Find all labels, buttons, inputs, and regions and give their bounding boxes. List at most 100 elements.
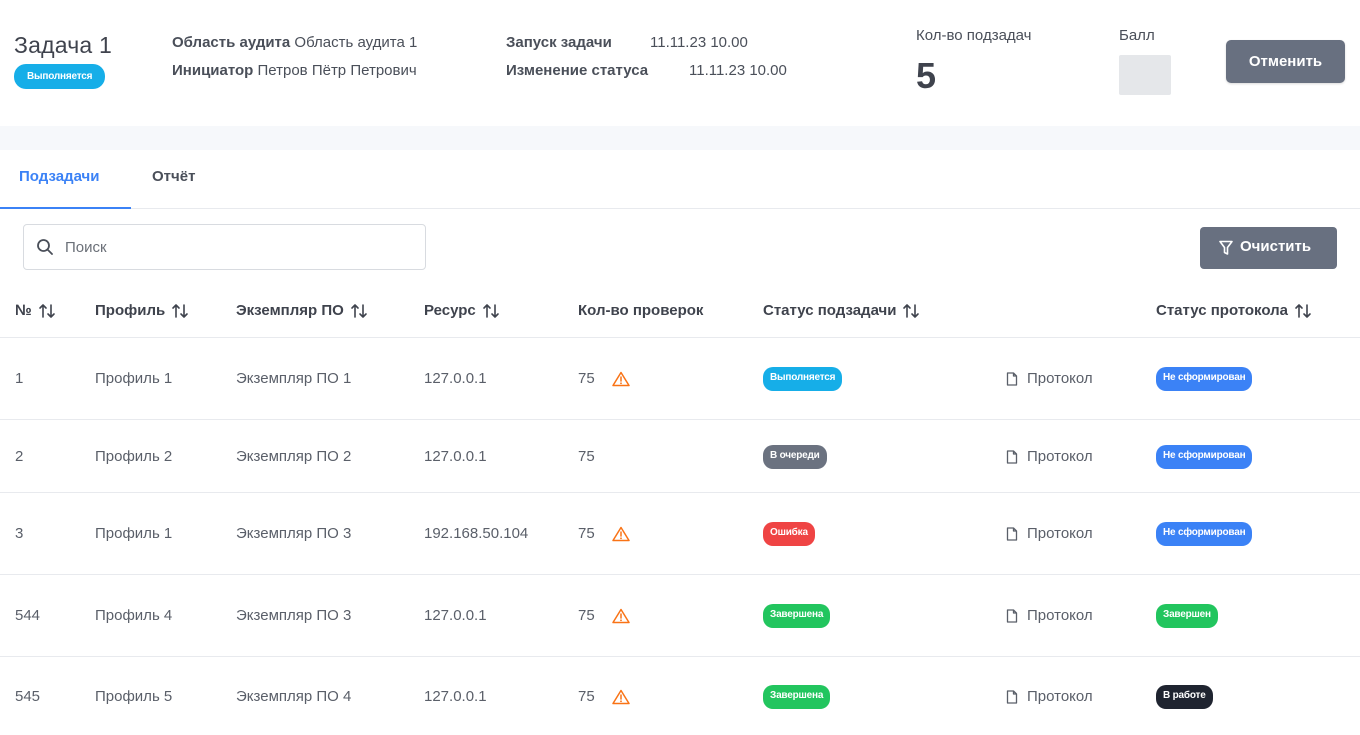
- subtask-status-badge: Завершена: [763, 604, 831, 628]
- tabs-bar: Подзадачи Отчёт: [0, 150, 1360, 209]
- table-row[interactable]: 1 Профиль 1 Экземпляр ПО 1 127.0.0.1 75 Выпол…: [0, 337, 1360, 419]
- column-header-protocol-status-label: Статус протокола: [1156, 302, 1289, 319]
- row-resource: 192.168.50.104: [424, 525, 529, 542]
- row-number: 2: [15, 448, 24, 465]
- column-header-subtask-status[interactable]: Статус подзадачи: [763, 302, 920, 319]
- initiator-label: Инициатор: [172, 62, 254, 79]
- row-resource: 127.0.0.1: [424, 448, 487, 465]
- search-input[interactable]: [65, 235, 415, 259]
- warning-icon[interactable]: [612, 608, 630, 624]
- subtasks-count-label: Кол-во подзадач: [916, 27, 1032, 44]
- audit-area-value: Область аудита 1: [294, 34, 418, 51]
- document-icon: [1006, 527, 1018, 541]
- launch-value-wrap: 11.11.23 10.00: [650, 34, 748, 51]
- active-tab-indicator: [0, 207, 131, 209]
- initiator-meta: Инициатор Петров Пётр Петрович: [172, 62, 417, 79]
- protocol-status-badge: Завершен: [1156, 604, 1218, 628]
- column-header-protocol-status[interactable]: Статус протокола: [1156, 302, 1312, 319]
- clear-filters-button[interactable]: Очистить: [1200, 227, 1337, 269]
- sort-icon: [903, 304, 920, 318]
- table-row[interactable]: 2 Профиль 2 Экземпляр ПО 2 127.0.0.1 75 В оче…: [0, 419, 1360, 492]
- row-instance: Экземпляр ПО 4: [236, 688, 352, 705]
- row-profile: Профиль 1: [95, 370, 173, 387]
- column-header-number[interactable]: №: [15, 302, 56, 319]
- clear-filters-label: Очистить: [1240, 238, 1312, 255]
- protocol-status-badge: Не сформирован: [1156, 522, 1253, 546]
- sort-icon: [1295, 304, 1311, 318]
- row-profile: Профиль 2: [95, 448, 173, 465]
- row-checks: 75: [578, 607, 595, 624]
- row-profile: Профиль 1: [95, 525, 173, 542]
- task-title: Задача 1: [14, 32, 112, 58]
- column-header-resource-label: Ресурс: [424, 302, 476, 319]
- protocol-link[interactable]: Протокол: [1027, 525, 1093, 542]
- warning-icon[interactable]: [612, 526, 630, 542]
- subtask-status-badge: Выполняется: [763, 367, 843, 391]
- launch-meta: Запуск задачи: [506, 34, 612, 51]
- protocol-status-badge: Не сформирован: [1156, 367, 1253, 391]
- cancel-button[interactable]: Отменить: [1226, 40, 1345, 83]
- score-label: Балл: [1119, 27, 1155, 44]
- column-header-checks: Кол-во проверок: [578, 302, 703, 319]
- protocol-link[interactable]: Протокол: [1027, 370, 1093, 387]
- column-header-number-label: №: [15, 302, 32, 319]
- column-header-profile[interactable]: Профиль: [95, 302, 189, 319]
- tab-report[interactable]: Отчёт: [152, 168, 195, 185]
- table-row[interactable]: 3 Профиль 1 Экземпляр ПО 3 192.168.50.104 75…: [0, 492, 1360, 574]
- document-icon: [1006, 690, 1018, 704]
- subtask-status-badge: Ошибка: [763, 522, 815, 546]
- status-change-label: Изменение статуса: [506, 62, 649, 79]
- row-number: 544: [15, 607, 41, 624]
- protocol-link[interactable]: Протокол: [1027, 688, 1093, 705]
- audit-area-meta: Область аудита Область аудита 1: [172, 34, 417, 51]
- row-profile: Профиль 5: [95, 688, 173, 705]
- header-divider: [0, 126, 1360, 150]
- status-change-value-wrap: 11.11.23 10.00: [689, 62, 787, 79]
- protocol-status-badge: Не сформирован: [1156, 445, 1253, 469]
- row-resource: 127.0.0.1: [424, 688, 487, 705]
- row-checks: 75: [578, 688, 595, 705]
- search-box[interactable]: [23, 224, 426, 270]
- row-instance: Экземпляр ПО 3: [236, 607, 352, 624]
- row-checks: 75: [578, 448, 595, 465]
- sort-icon: [172, 304, 189, 318]
- column-header-profile-label: Профиль: [95, 302, 166, 319]
- status-change-meta: Изменение статуса: [506, 62, 648, 79]
- task-header: Задача 1 Выполняется Область аудита Обла…: [0, 0, 1360, 126]
- document-icon: [1006, 450, 1018, 464]
- table-row[interactable]: 544 Профиль 4 Экземпляр ПО 3 127.0.0.1 75 Зав…: [0, 574, 1360, 656]
- audit-area-label: Область аудита: [172, 34, 291, 51]
- subtasks-count-value: 5: [916, 55, 937, 96]
- subtask-status-badge: Завершена: [763, 685, 831, 709]
- sort-icon: [38, 304, 55, 318]
- row-number: 1: [15, 370, 24, 387]
- row-checks: 75: [578, 370, 595, 387]
- search-icon: [37, 239, 53, 255]
- status-change-value: 11.11.23 10.00: [689, 62, 787, 79]
- row-number: 3: [15, 525, 24, 542]
- row-profile: Профиль 4: [95, 607, 173, 624]
- launch-value: 11.11.23 10.00: [650, 34, 748, 51]
- subtask-status-badge: В очереди: [763, 445, 827, 469]
- column-header-instance-label: Экземпляр ПО: [236, 302, 344, 319]
- column-header-resource[interactable]: Ресурс: [424, 302, 500, 319]
- sort-icon: [482, 304, 499, 318]
- score-placeholder: [1119, 55, 1171, 95]
- sort-icon: [351, 304, 367, 318]
- warning-icon[interactable]: [612, 689, 630, 705]
- column-header-checks-label: Кол-во проверок: [578, 302, 704, 319]
- document-icon: [1006, 609, 1018, 623]
- table-row[interactable]: 545 Профиль 5 Экземпляр ПО 4 127.0.0.1 75 Зав…: [0, 656, 1360, 735]
- column-header-instance[interactable]: Экземпляр ПО: [236, 302, 368, 319]
- column-header-subtask-status-label: Статус подзадачи: [763, 302, 897, 319]
- launch-label: Запуск задачи: [506, 34, 612, 51]
- protocol-link[interactable]: Протокол: [1027, 448, 1093, 465]
- task-status-badge: Выполняется: [14, 64, 106, 89]
- filter-icon: [1219, 240, 1233, 255]
- protocol-status-badge: В работе: [1156, 685, 1213, 709]
- warning-icon[interactable]: [612, 371, 630, 387]
- tab-subtasks[interactable]: Подзадачи: [19, 168, 99, 185]
- protocol-link[interactable]: Протокол: [1027, 607, 1093, 624]
- row-instance: Экземпляр ПО 3: [236, 525, 352, 542]
- row-instance: Экземпляр ПО 1: [236, 370, 352, 387]
